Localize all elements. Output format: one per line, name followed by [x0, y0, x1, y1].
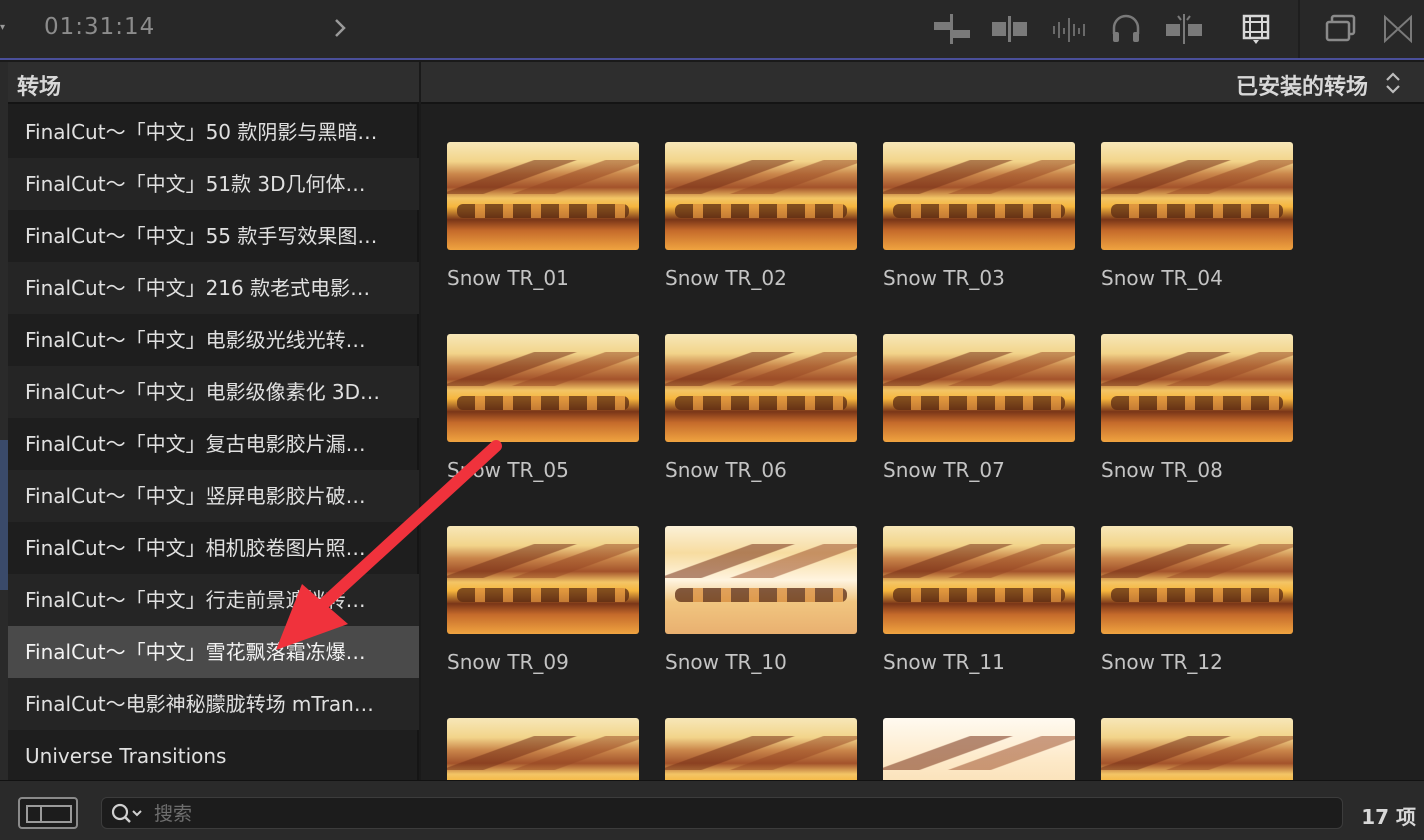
bottom-bar: 17 项	[0, 780, 1424, 840]
chevron-right-icon[interactable]	[330, 14, 350, 42]
bowtie-icon[interactable]	[1382, 12, 1414, 46]
transition-tile[interactable]: Snow TR_03	[883, 142, 1075, 290]
transition-thumbnail[interactable]	[447, 334, 639, 442]
search-icon[interactable]	[110, 802, 144, 826]
category-list: FinalCut～「中文」50 款阴影与黑暗… FinalCut～「中文」51款 …	[8, 106, 419, 782]
sidebar-toggle-button[interactable]	[18, 797, 78, 829]
transition-thumbnail[interactable]	[1101, 718, 1293, 780]
search-input[interactable]	[154, 800, 1334, 828]
transition-label: Snow TR_08	[1101, 458, 1223, 482]
transition-label: Snow TR_03	[883, 266, 1005, 290]
transition-tile[interactable]: Snow TR_04	[1101, 142, 1293, 290]
viewer-edge-strip	[0, 440, 8, 590]
updown-chevron-icon[interactable]	[1384, 70, 1402, 96]
transition-tile[interactable]: Snow TR_06	[665, 334, 857, 482]
transition-thumbnail[interactable]	[665, 718, 857, 780]
transition-thumbnail[interactable]	[665, 142, 857, 250]
transition-tile[interactable]	[447, 718, 639, 780]
chevron-down-icon[interactable]: ▾	[0, 22, 6, 34]
transition-tile[interactable]: Snow TR_11	[883, 526, 1075, 674]
transition-tile[interactable]: Snow TR_05	[447, 334, 639, 482]
top-toolbar: ▾ 01:31:14	[0, 0, 1424, 60]
sidebar-item[interactable]: Universe Transitions	[8, 730, 419, 782]
sidebar-item[interactable]: FinalCut～「中文」相机胶卷图片照…	[8, 522, 419, 574]
transition-label: Snow TR_12	[1101, 650, 1223, 674]
transition-tile[interactable]: Snow TR_09	[447, 526, 639, 674]
search-box[interactable]	[101, 797, 1343, 829]
transition-thumbnail[interactable]	[883, 142, 1075, 250]
transition-label: Snow TR_09	[447, 650, 569, 674]
transition-tile[interactable]: Snow TR_02	[665, 142, 857, 290]
transition-label: Snow TR_07	[883, 458, 1005, 482]
transition-tile[interactable]	[883, 718, 1075, 780]
transition-thumbnail[interactable]	[447, 526, 639, 634]
transition-thumbnail[interactable]	[665, 334, 857, 442]
sidebar-item[interactable]: FinalCut～「中文」竖屏电影胶片破…	[8, 470, 419, 522]
skimming-icon[interactable]	[1164, 12, 1204, 46]
transition-label: Snow TR_05	[447, 458, 569, 482]
toolbar-separator	[1298, 0, 1300, 58]
transition-label: Snow TR_11	[883, 650, 1005, 674]
sidebar-item[interactable]: FinalCut～「中文」电影级光线光转…	[8, 314, 419, 366]
sidebar-item[interactable]: FinalCut～「中文」雪花飘落霜冻爆…	[8, 626, 419, 678]
sidebar-layout-icon	[26, 805, 72, 823]
transition-label: Snow TR_04	[1101, 266, 1223, 290]
transition-tile[interactable]: Snow TR_08	[1101, 334, 1293, 482]
transition-thumbnail[interactable]	[883, 526, 1075, 634]
transition-tile[interactable]	[1101, 718, 1293, 780]
transition-thumbnail[interactable]	[883, 334, 1075, 442]
transition-tile[interactable]: Snow TR_12	[1101, 526, 1293, 674]
browser-header: 已安装的转场	[421, 62, 1424, 104]
timecode-display: 01:31:14	[44, 14, 156, 40]
audio-waveform-icon[interactable]	[1050, 12, 1090, 46]
transition-thumbnail[interactable]	[447, 142, 639, 250]
sidebar-item[interactable]: FinalCut～「中文」复古电影胶片漏…	[8, 418, 419, 470]
sidebar-item[interactable]: FinalCut～「中文」55 款手写效果图…	[8, 210, 419, 262]
left-gutter	[0, 62, 8, 780]
sidebar-title: 转场	[17, 75, 62, 100]
transition-label: Snow TR_06	[665, 458, 787, 482]
insert-clip-icon[interactable]	[990, 12, 1030, 46]
transition-thumbnail[interactable]	[1101, 526, 1293, 634]
installed-transitions-filter[interactable]: 已安装的转场	[1236, 69, 1368, 101]
transition-tile[interactable]	[665, 718, 857, 780]
sidebar-header: 转场	[8, 62, 419, 104]
item-count: 17 项	[1361, 805, 1416, 829]
transition-tile[interactable]: Snow TR_07	[883, 334, 1075, 482]
transition-label: Snow TR_02	[665, 266, 787, 290]
filmstrip-icon[interactable]	[1240, 12, 1272, 46]
transition-tile[interactable]: Snow TR_10	[665, 526, 857, 674]
sidebar-item[interactable]: FinalCut～「中文」行走前景遮挡转…	[8, 574, 419, 626]
connect-clip-icon[interactable]	[932, 12, 972, 46]
window-icon[interactable]	[1324, 12, 1358, 46]
headphones-icon[interactable]	[1110, 12, 1142, 46]
transition-thumbnail[interactable]	[1101, 142, 1293, 250]
transition-label: Snow TR_10	[665, 650, 787, 674]
transition-thumbnail[interactable]	[665, 526, 857, 634]
sidebar-item[interactable]: FinalCut～「中文」51款 3D几何体…	[8, 158, 419, 210]
sidebar-item[interactable]: FinalCut～「中文」50 款阴影与黑暗…	[8, 106, 419, 158]
transition-thumbnail[interactable]	[1101, 334, 1293, 442]
sidebar-item[interactable]: FinalCut～「中文」216 款老式电影…	[8, 262, 419, 314]
sidebar-item[interactable]: FinalCut～「中文」电影级像素化 3D…	[8, 366, 419, 418]
transition-thumbnail[interactable]	[883, 718, 1075, 780]
transition-tile[interactable]: Snow TR_01	[447, 142, 639, 290]
transitions-sidebar: 转场 FinalCut～「中文」50 款阴影与黑暗… FinalCut～「中文」5…	[8, 62, 419, 780]
transition-thumbnail[interactable]	[447, 718, 639, 780]
sidebar-item[interactable]: FinalCut～电影神秘朦胧转场 mTran…	[8, 678, 419, 730]
transitions-browser: 已安装的转场 Snow TR_01 Snow TR_02 Snow TR_03 Sno…	[421, 62, 1424, 780]
transition-label: Snow TR_01	[447, 266, 569, 290]
